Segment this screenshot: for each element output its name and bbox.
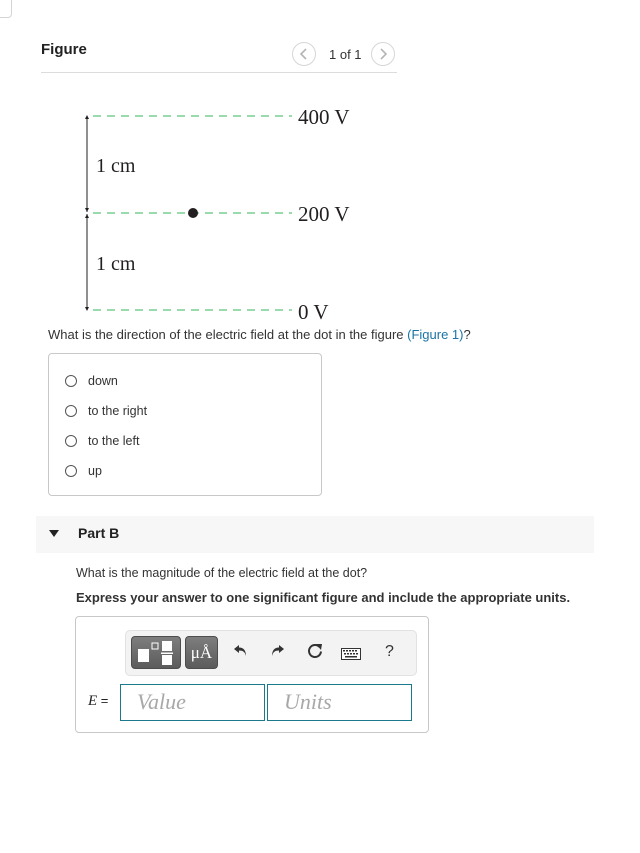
choice-right[interactable]: to the right — [65, 404, 147, 418]
equation-label: E = — [88, 693, 108, 710]
help-button[interactable]: ? — [385, 642, 394, 662]
units-input[interactable]: Units — [267, 684, 412, 721]
chevron-left-icon — [299, 48, 307, 60]
arrowhead-icon — [85, 208, 89, 212]
potential-label-200v: 200 V — [298, 202, 350, 226]
caret-down-icon — [49, 530, 59, 537]
part-a-question: What is the direction of the electric fi… — [48, 327, 471, 342]
next-figure-button[interactable] — [370, 42, 395, 66]
value-input[interactable]: Value — [120, 684, 265, 721]
figure-title: Figure — [41, 41, 87, 58]
spacing-label-lower: 1 cm — [96, 253, 136, 275]
spacing-label-upper: 1 cm — [96, 155, 136, 177]
point-dot — [188, 208, 198, 218]
part-b-title: Part B — [78, 525, 120, 541]
choice-label: to the right — [88, 404, 148, 418]
arrowhead-icon — [85, 307, 89, 311]
arrowhead-icon — [85, 214, 89, 218]
units-button[interactable]: μÅ — [185, 636, 218, 669]
prev-figure-button[interactable] — [292, 42, 316, 66]
choice-label: up — [88, 464, 102, 478]
chevron-right-icon — [379, 48, 387, 60]
templates-icon — [138, 641, 173, 665]
choice-label: to the left — [88, 434, 140, 448]
undo-icon[interactable] — [233, 642, 249, 663]
corner-frame — [0, 0, 12, 18]
radio-button[interactable] — [65, 465, 77, 477]
answer-choices: down to the right to the left up — [48, 353, 322, 496]
reset-icon[interactable] — [306, 642, 324, 665]
radio-button[interactable] — [65, 435, 77, 447]
question-text: What is the direction of the electric fi… — [48, 327, 408, 342]
part-b-header[interactable]: Part B — [36, 516, 594, 553]
equals-sign: = — [100, 693, 109, 708]
radio-button[interactable] — [65, 375, 77, 387]
templates-button[interactable] — [131, 636, 181, 669]
redo-icon[interactable] — [269, 642, 285, 663]
pager-text: 1 of 1 — [329, 46, 362, 62]
part-b-instruction: Express your answer to one significant f… — [76, 590, 571, 605]
variable-name: E — [88, 693, 98, 709]
choice-up[interactable]: up — [65, 464, 102, 478]
math-toolbar: μÅ ? — [125, 630, 417, 676]
choice-left[interactable]: to the left — [65, 434, 139, 448]
answer-box: μÅ ? E = Value Units — [75, 616, 429, 733]
potential-label-0v: 0 V — [298, 300, 329, 324]
potential-label-400v: 400 V — [298, 105, 350, 129]
figure-link[interactable]: (Figure 1) — [407, 327, 463, 342]
choice-down[interactable]: down — [65, 374, 118, 388]
arrowhead-icon — [85, 115, 89, 119]
keyboard-icon[interactable] — [341, 645, 361, 665]
part-b-question: What is the magnitude of the electric fi… — [76, 566, 368, 580]
figure-divider — [41, 72, 397, 73]
question-end: ? — [463, 327, 471, 342]
radio-button[interactable] — [65, 405, 77, 417]
equipotential-figure: 400 V 200 V 0 V 1 cm 1 cm — [85, 105, 350, 324]
choice-label: down — [88, 374, 118, 388]
figure-pager: 1 of 1 — [292, 41, 395, 67]
